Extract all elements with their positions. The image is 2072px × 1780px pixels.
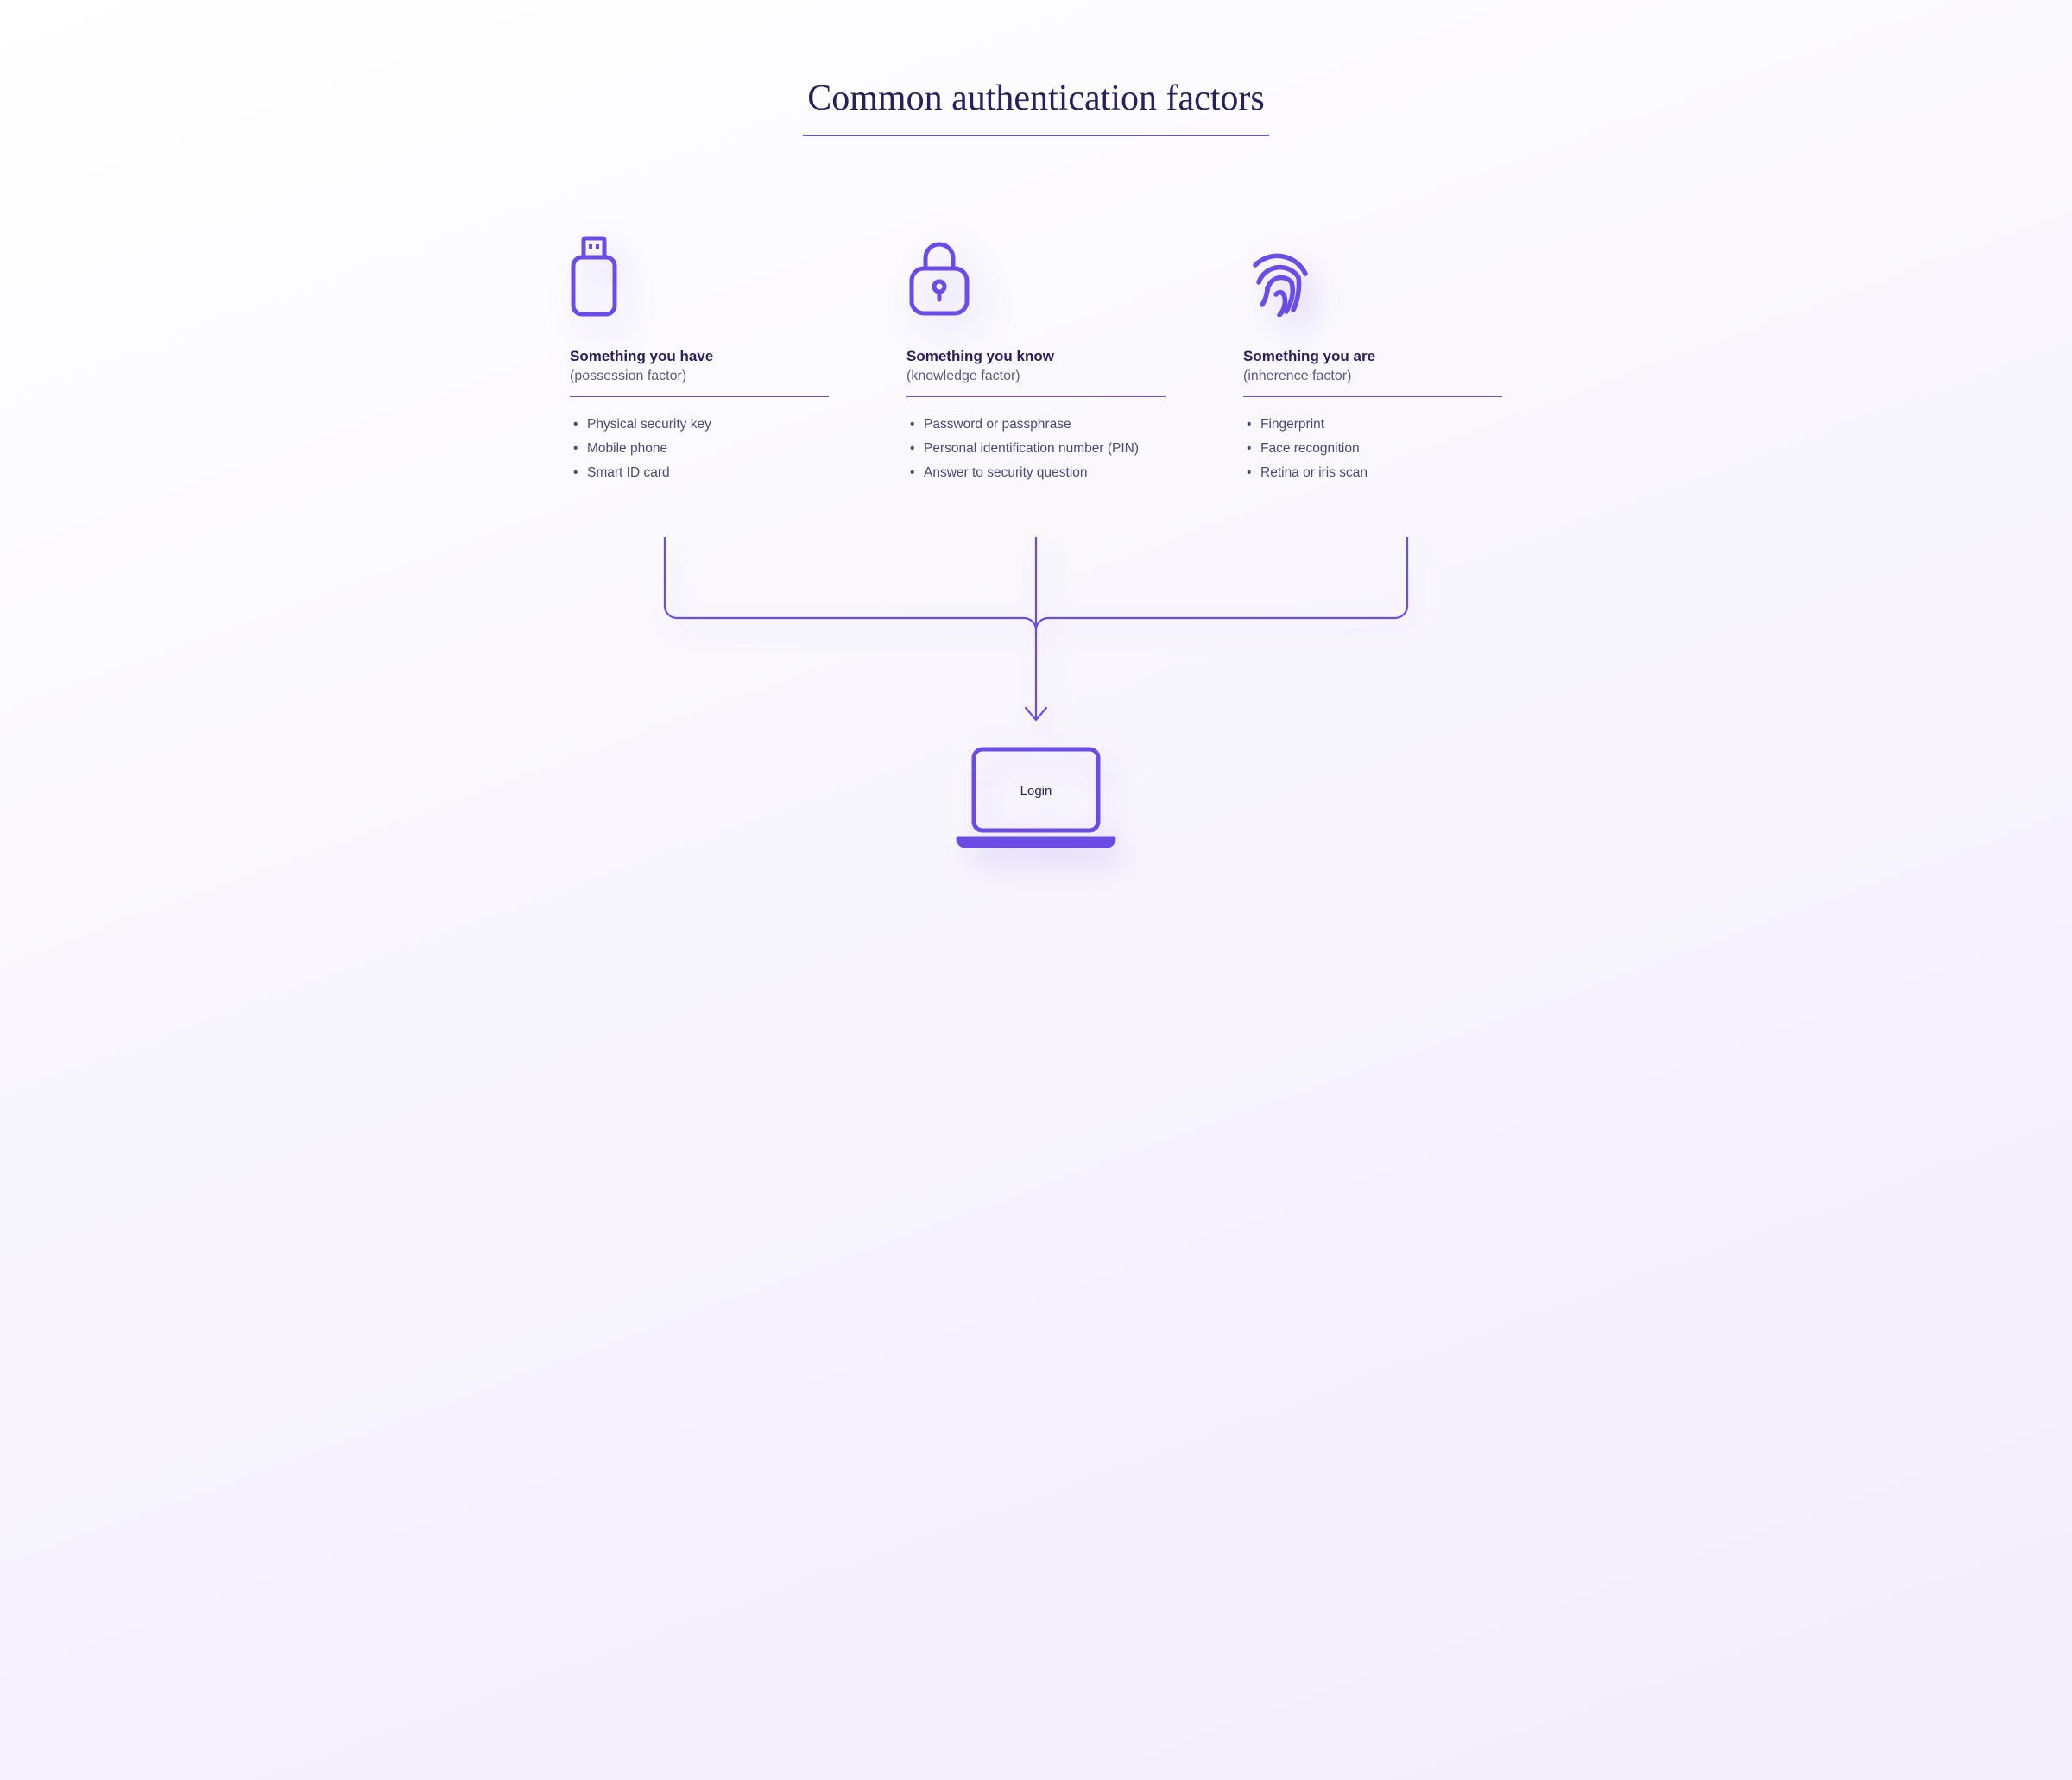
list-item: Personal identification number (PIN) xyxy=(906,437,1166,461)
diagram-title-wrap: Common authentication factors xyxy=(69,78,2003,136)
factor-subtitle: (knowledge factor) xyxy=(906,369,1166,384)
list-item: Retina or iris scan xyxy=(1243,461,1502,485)
factor-column-inherence: Something you are (inherence factor) Fin… xyxy=(1243,230,1502,485)
factor-list: Fingerprint Face recognition Retina or i… xyxy=(1243,413,1502,485)
factor-columns: Something you have (possession factor) P… xyxy=(570,230,1502,485)
factor-divider xyxy=(1243,396,1502,397)
usb-key-icon xyxy=(570,230,829,317)
factor-list: Physical security key Mobile phone Smart… xyxy=(570,413,829,485)
factor-list: Password or passphrase Personal identifi… xyxy=(906,413,1166,485)
login-label: Login xyxy=(950,784,1122,798)
list-item: Mobile phone xyxy=(570,437,829,461)
list-item: Fingerprint xyxy=(1243,413,1502,437)
list-item: Smart ID card xyxy=(570,461,829,485)
factor-title: Something you have xyxy=(570,348,829,365)
list-item: Face recognition xyxy=(1243,437,1502,461)
diagram-title: Common authentication factors xyxy=(803,78,1269,136)
list-item: Answer to security question xyxy=(906,461,1166,485)
connector-lines xyxy=(570,537,1502,735)
factor-divider xyxy=(906,396,1166,397)
login-destination: Login xyxy=(570,744,1502,852)
list-item: Password or passphrase xyxy=(906,413,1166,437)
list-item: Physical security key xyxy=(570,413,829,437)
factor-subtitle: (possession factor) xyxy=(570,369,829,384)
fingerprint-icon xyxy=(1243,230,1502,317)
factor-title: Something you are xyxy=(1243,348,1502,365)
factor-column-possession: Something you have (possession factor) P… xyxy=(570,230,829,485)
laptop-icon: Login xyxy=(950,744,1122,852)
lock-icon xyxy=(906,230,1166,317)
factor-divider xyxy=(570,396,829,397)
factor-column-knowledge: Something you know (knowledge factor) Pa… xyxy=(906,230,1166,485)
factor-subtitle: (inherence factor) xyxy=(1243,369,1502,384)
factor-title: Something you know xyxy=(906,348,1166,365)
